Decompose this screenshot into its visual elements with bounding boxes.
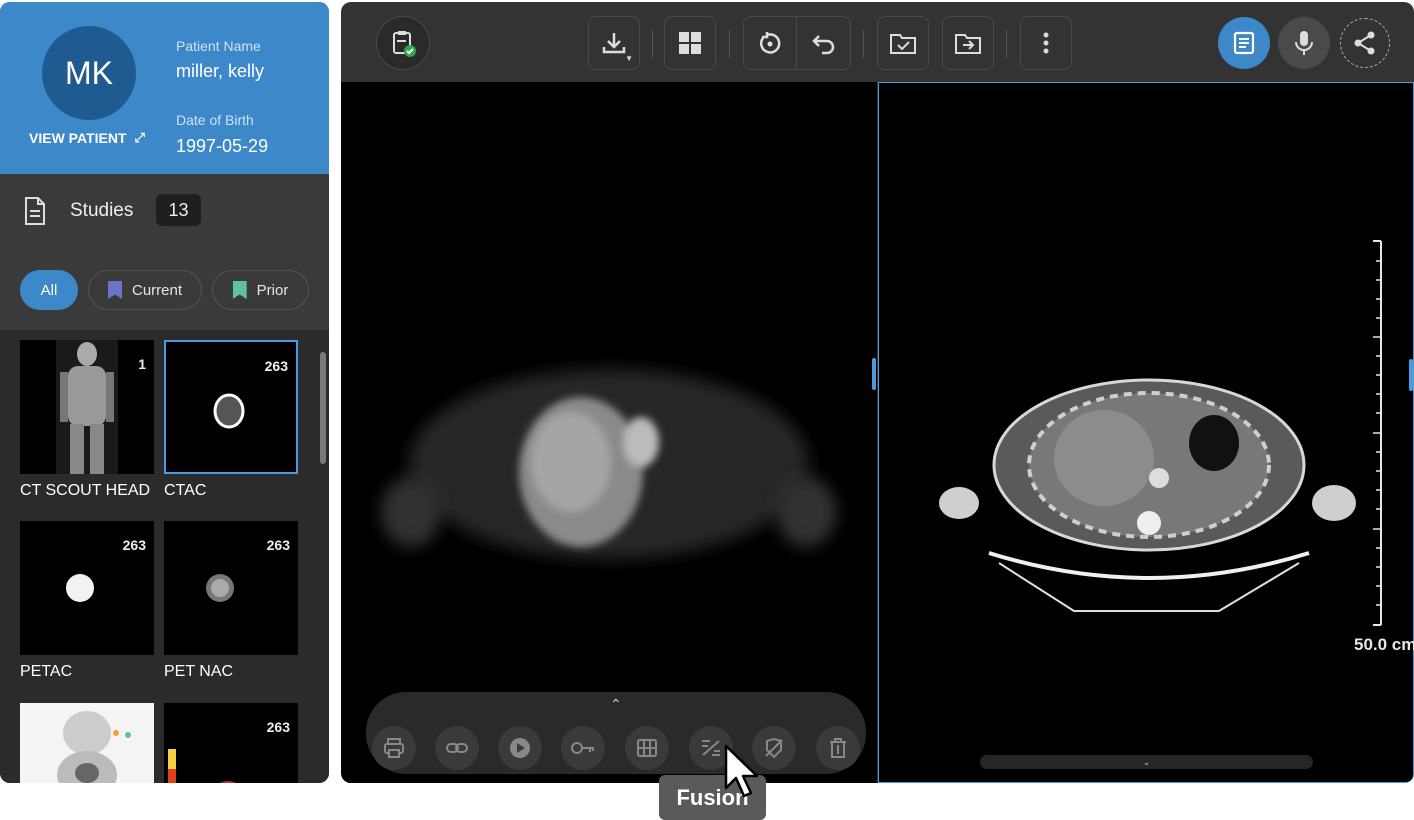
filter-current-label: Current — [131, 281, 183, 299]
view-patient-label: VIEW PATIENT — [29, 130, 127, 146]
thumbnail-petac[interactable]: 263 — [20, 521, 154, 655]
image-count: 1 — [138, 356, 146, 372]
toolbar-divider — [729, 30, 730, 58]
dictation-button[interactable] — [1278, 17, 1330, 69]
clipboard-check-button[interactable] — [376, 16, 430, 70]
studies-header: Studies 13 — [0, 174, 329, 252]
mouse-cursor-icon — [724, 744, 759, 798]
report-button[interactable] — [1218, 17, 1270, 69]
key-icon — [571, 742, 594, 754]
folder-export-icon — [955, 34, 981, 54]
toolbar-divider — [1006, 30, 1007, 58]
download-button[interactable]: ▼ — [588, 16, 640, 70]
cine-play-button[interactable] — [498, 726, 542, 770]
thumbnail-ctac[interactable]: 263 — [164, 340, 298, 474]
download-icon — [602, 33, 626, 54]
filter-all-label: All — [40, 281, 58, 299]
patient-card: MK VIEW PATIENT ⤢ Patient Name miller, k… — [0, 2, 329, 174]
report-icon — [1233, 31, 1255, 55]
reset-undo-group — [743, 16, 851, 70]
reset-icon — [759, 32, 781, 54]
toolbar-divider — [863, 30, 864, 58]
layout-button[interactable] — [664, 16, 716, 70]
sidebar: MK VIEW PATIENT ⤢ Patient Name miller, k… — [0, 2, 329, 783]
image-count: 263 — [266, 719, 290, 735]
dob-value: 1997-05-29 — [176, 136, 269, 156]
folder-check-button[interactable] — [877, 16, 929, 70]
trash-icon — [830, 738, 846, 758]
fusion-icon — [702, 740, 720, 756]
image-count: 263 — [122, 537, 146, 553]
pet-axial-image — [381, 369, 836, 559]
link-button[interactable] — [435, 726, 479, 770]
patient-name: miller, kelly — [176, 61, 265, 81]
undo-button[interactable] — [797, 17, 850, 69]
view-patient-link[interactable]: VIEW PATIENT ⤢ — [29, 130, 145, 146]
clipboard-check-icon — [393, 31, 416, 57]
viewer-area: ▼ — [341, 2, 1414, 783]
caret-down-icon: ▼ — [625, 54, 633, 63]
thumbnail-ct-scout[interactable]: 1 — [20, 340, 154, 474]
layout-grid-icon — [679, 32, 701, 54]
chevron-down-icon: ⌄ — [1142, 756, 1151, 767]
folder-check-icon — [890, 34, 916, 54]
delete-button[interactable] — [816, 726, 860, 770]
scale-bar-label: 50.0 cm — [1354, 635, 1414, 654]
viewport-resize-handle[interactable] — [1409, 359, 1413, 391]
share-icon — [1354, 31, 1375, 55]
grid-icon — [637, 739, 657, 757]
image-count: 263 — [264, 358, 288, 374]
filter-current-button[interactable]: Current — [88, 270, 202, 310]
fusion-image — [168, 749, 237, 783]
undo-icon — [811, 35, 834, 55]
bookmark-icon — [232, 281, 247, 299]
key-image-button[interactable] — [561, 726, 605, 770]
thumbnail-label: CTAC — [164, 482, 207, 499]
avatar[interactable]: MK — [42, 26, 136, 120]
document-icon — [25, 197, 45, 225]
filter-prior-label: Prior — [256, 281, 289, 299]
thumbnail-pet-nac[interactable]: 263 — [164, 521, 298, 655]
mip-image — [57, 711, 131, 783]
share-button[interactable] — [1340, 18, 1390, 68]
reset-button[interactable] — [744, 17, 798, 69]
thumbnail-label: PETAC — [20, 663, 73, 680]
viewport-pet[interactable] — [341, 82, 877, 783]
viewport-ct[interactable] — [878, 82, 1414, 783]
toolbar-divider — [652, 30, 653, 58]
series-scrollbar[interactable]: ⌄ — [980, 755, 1313, 769]
thumbnail-fusion[interactable]: 263 — [164, 703, 298, 783]
invert-icon — [765, 737, 783, 759]
study-filters: All Current Prior — [0, 252, 329, 330]
studies-count-badge: 13 — [156, 194, 201, 226]
play-icon — [510, 738, 530, 758]
chevron-up-icon[interactable]: ⌃ — [610, 696, 622, 713]
thumbnail-label: CT SCOUT HEAD — [20, 482, 151, 499]
viewport-resize-handle[interactable] — [872, 358, 876, 390]
dob-label: Date of Birth — [176, 112, 254, 128]
image-count: 263 — [266, 537, 290, 553]
thumbnail-mip[interactable] — [20, 703, 154, 783]
link-icon — [446, 743, 468, 753]
scout-image — [56, 340, 118, 474]
expand-icon: ⤢ — [134, 130, 145, 145]
bookmark-icon — [107, 281, 122, 299]
filter-all-button[interactable]: All — [20, 270, 78, 310]
thumbnails-scrollbar[interactable] — [320, 352, 326, 464]
more-vertical-icon — [1043, 32, 1049, 54]
print-button[interactable] — [372, 726, 416, 770]
microphone-icon — [1295, 31, 1313, 55]
ct-axial-image — [939, 240, 1382, 626]
thumbnail-label: PET NAC — [164, 663, 234, 680]
filter-prior-button[interactable]: Prior — [212, 270, 309, 310]
grid-button[interactable] — [625, 726, 669, 770]
print-icon — [384, 738, 404, 758]
studies-title: Studies — [70, 200, 134, 221]
folder-export-button[interactable] — [942, 16, 994, 70]
patient-name-label: Patient Name — [176, 38, 261, 54]
more-options-button[interactable] — [1020, 16, 1072, 70]
study-thumbnails: 1 CT SCOUT HEAD 263 CTAC 263 PETAC 263 P… — [0, 330, 329, 783]
